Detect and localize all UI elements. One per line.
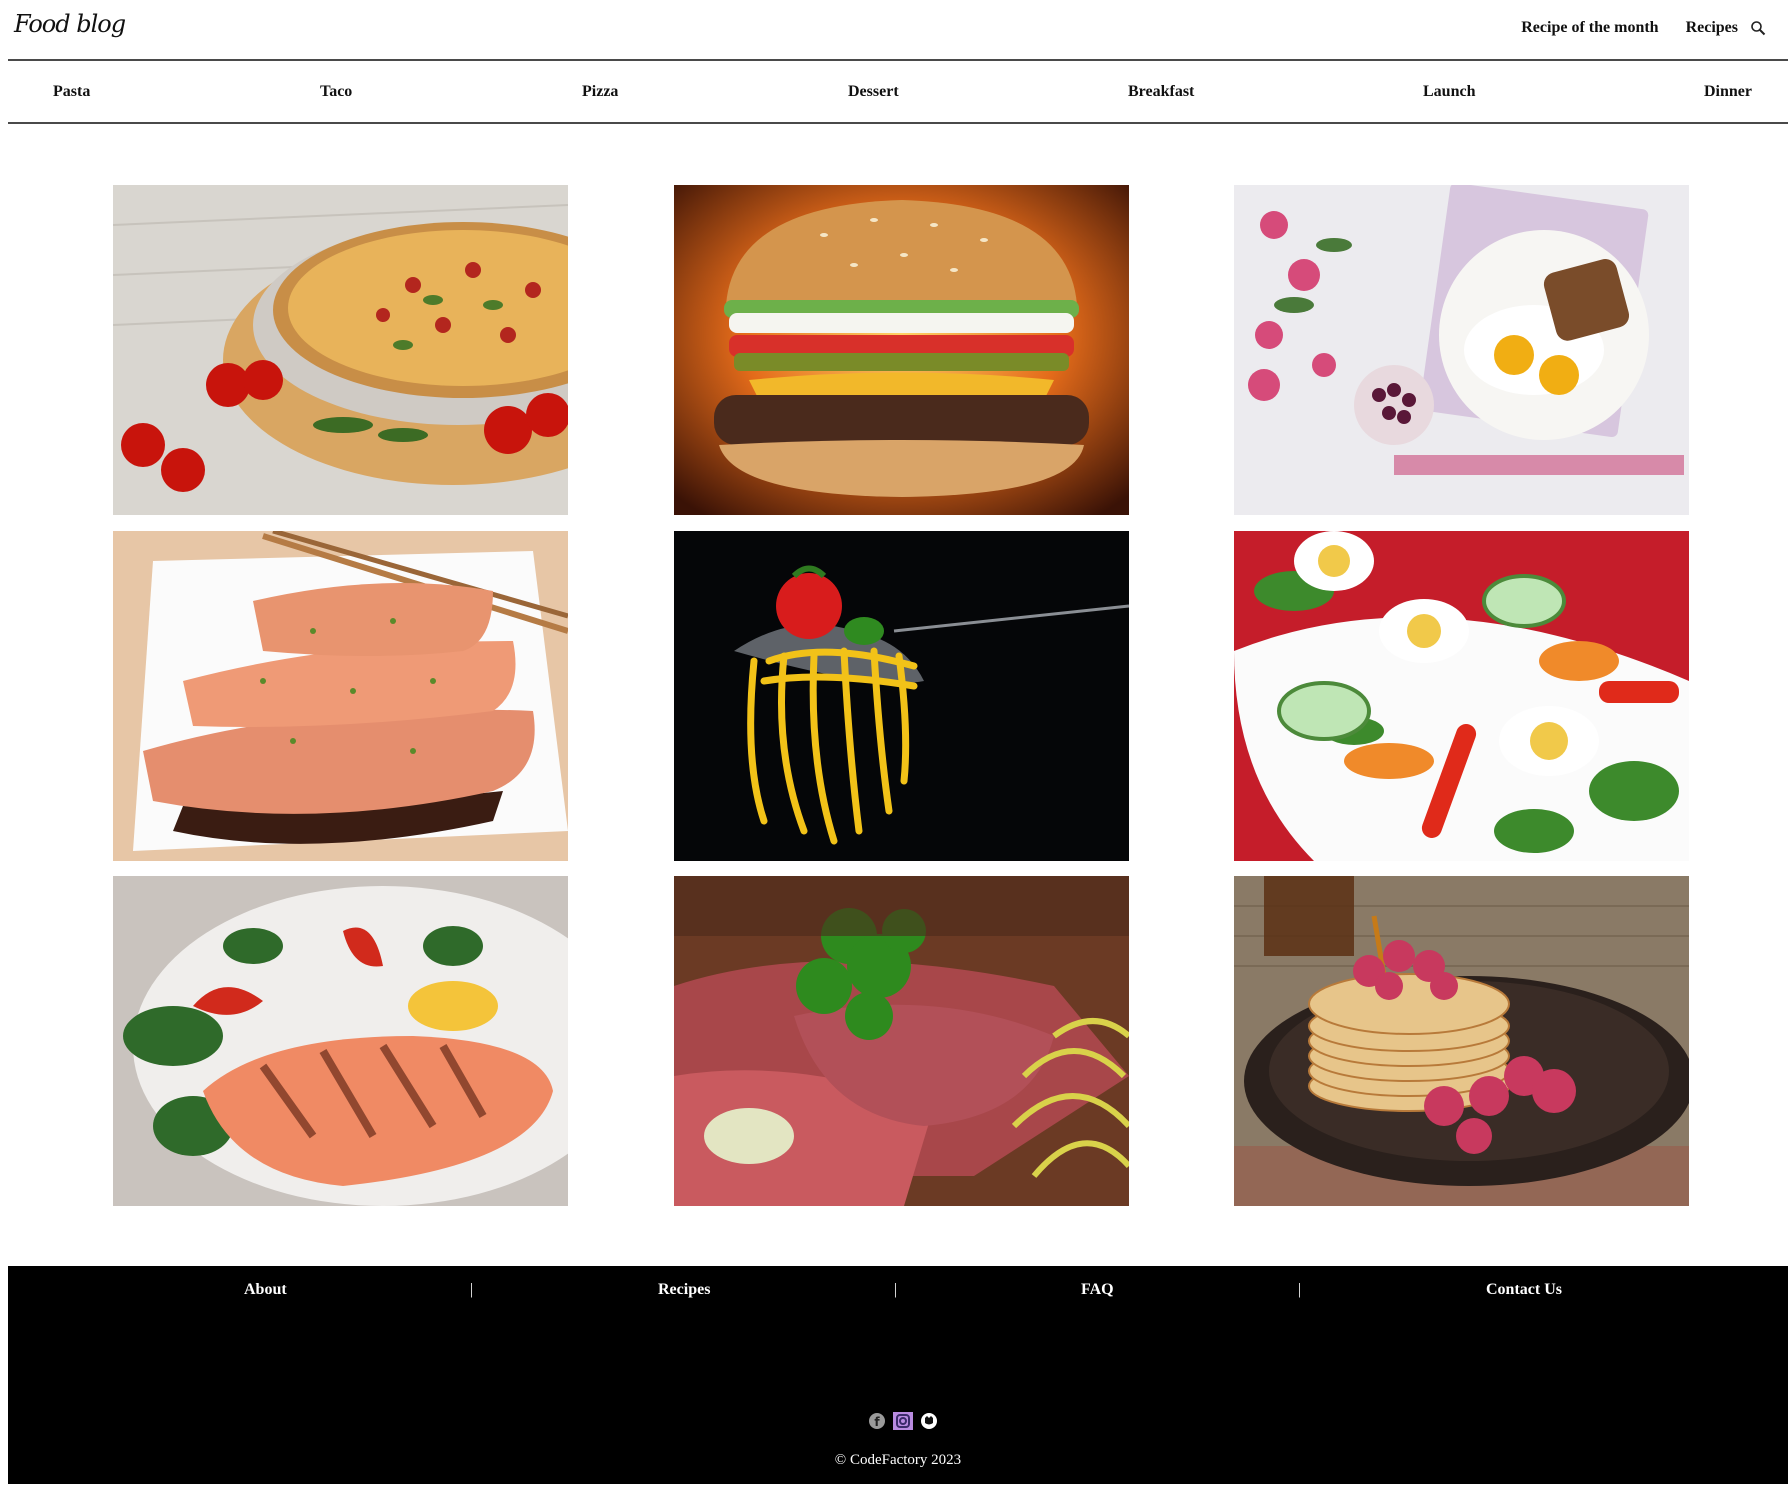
category-launch[interactable]: Launch — [1423, 83, 1475, 101]
footer-about-link[interactable]: About — [244, 1281, 287, 1299]
gallery-image-pizza[interactable] — [113, 185, 568, 515]
gallery-image-spaghetti[interactable] — [674, 531, 1129, 861]
copyright-text: © CodeFactory 2023 — [834, 1452, 962, 1468]
gallery-image-grilled-salmon[interactable] — [113, 876, 568, 1206]
nav-recipe-of-the-month[interactable]: Recipe of the month — [1521, 19, 1658, 37]
gallery-image-salmon-steaks[interactable] — [113, 531, 568, 861]
category-pizza[interactable]: Pizza — [582, 83, 618, 101]
facebook-icon[interactable]: f — [866, 1412, 888, 1430]
gallery-image-egg-salad[interactable] — [1234, 531, 1689, 861]
gallery-image-breakfast[interactable] — [1234, 185, 1689, 515]
svg-text:f: f — [874, 1415, 880, 1429]
footer-faq-link[interactable]: FAQ — [1081, 1281, 1114, 1299]
github-icon[interactable] — [918, 1412, 940, 1430]
footer-separator: | — [894, 1281, 898, 1298]
category-breakfast[interactable]: Breakfast — [1128, 83, 1194, 101]
footer-separator: | — [470, 1281, 474, 1298]
footer-separator: | — [1298, 1281, 1302, 1298]
category-pasta[interactable]: Pasta — [53, 83, 90, 101]
footer-contact-link[interactable]: Contact Us — [1486, 1281, 1562, 1299]
gallery-image-burger[interactable] — [674, 185, 1129, 515]
top-nav: Recipe of the month Recipes — [1494, 19, 1766, 37]
gallery-image-pancakes[interactable] — [1234, 876, 1689, 1206]
category-nav: Pasta Taco Pizza Dessert Breakfast Launc… — [8, 61, 1788, 124]
site-footer: About | Recipes | FAQ | Contact Us f © C… — [8, 1266, 1788, 1484]
site-logo[interactable]: Food blog — [14, 10, 126, 38]
instagram-icon[interactable] — [892, 1412, 914, 1430]
category-dinner[interactable]: Dinner — [1704, 83, 1752, 101]
nav-recipes[interactable]: Recipes — [1686, 19, 1738, 37]
social-links: f — [866, 1412, 940, 1430]
footer-recipes-link[interactable]: Recipes — [658, 1281, 710, 1299]
category-dessert[interactable]: Dessert — [848, 83, 899, 101]
category-taco[interactable]: Taco — [320, 83, 352, 101]
site-header: Food blog Recipe of the month Recipes — [8, 0, 1788, 61]
search-icon[interactable] — [1750, 20, 1766, 36]
gallery-image-steak[interactable] — [674, 876, 1129, 1206]
